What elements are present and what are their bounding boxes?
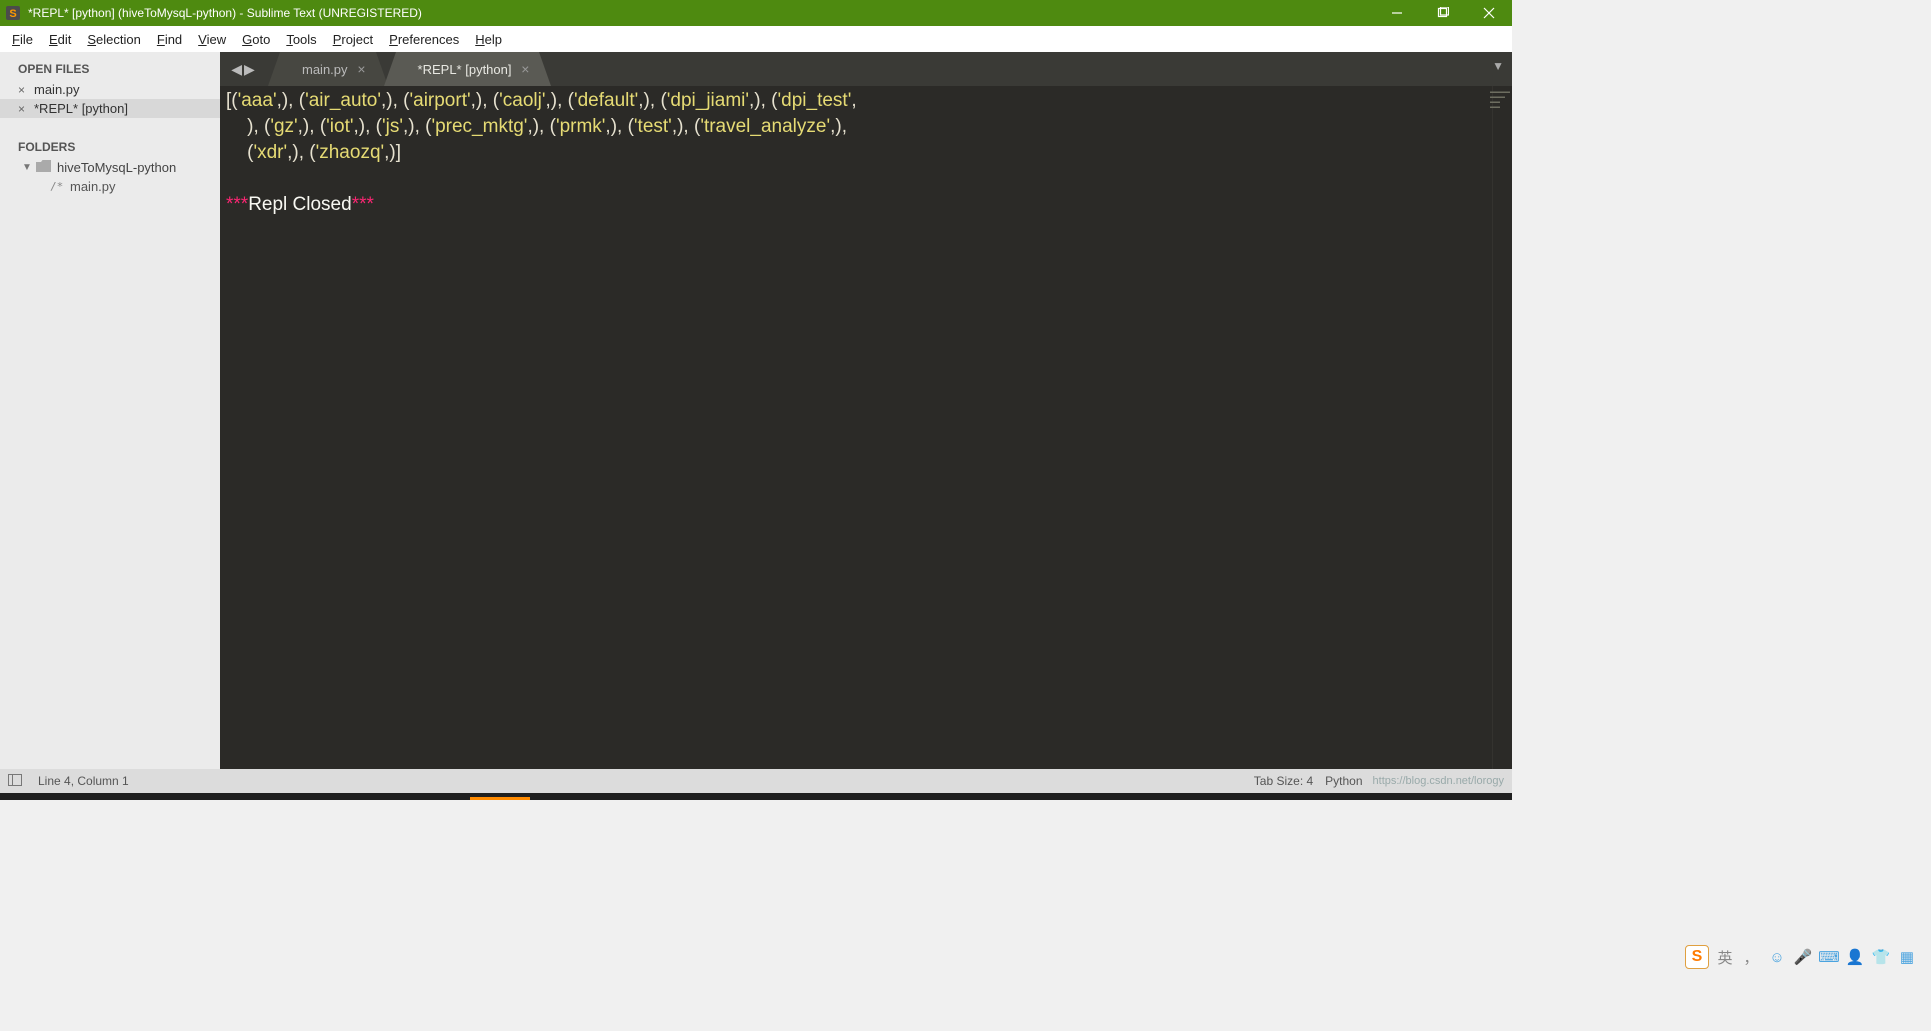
nav-prev-icon[interactable]: ◀ xyxy=(231,61,242,78)
taskbar-sliver xyxy=(0,793,1512,800)
tabbar: ◀ ▶ main.py × *REPL* [python] × ▼ xyxy=(220,52,1512,86)
menu-view[interactable]: View xyxy=(190,30,234,49)
nav-next-icon[interactable]: ▶ xyxy=(244,61,255,78)
tab-label: main.py xyxy=(302,62,348,77)
body: OPEN FILES × main.py × *REPL* [python] F… xyxy=(0,52,1512,769)
menu-help[interactable]: Help xyxy=(467,30,510,49)
status-cursor[interactable]: Line 4, Column 1 xyxy=(32,774,135,788)
close-icon[interactable]: × xyxy=(521,61,529,77)
folder-file-main[interactable]: /* main.py xyxy=(0,177,220,196)
ime-person-icon[interactable]: 👤 xyxy=(1845,947,1865,967)
menu-goto[interactable]: Goto xyxy=(234,30,278,49)
titlebar: S *REPL* [python] (hiveToMysqL-python) -… xyxy=(0,0,1512,26)
ime-smiley-icon[interactable]: ☺ xyxy=(1767,947,1787,967)
ime-skin-icon[interactable]: 👕 xyxy=(1871,947,1891,967)
status-syntax[interactable]: Python xyxy=(1319,774,1368,788)
taskbar-active-indicator xyxy=(470,797,530,800)
ime-mic-icon[interactable]: 🎤 xyxy=(1793,947,1813,967)
minimap[interactable]: ▬▬▬▬ ▬▬▬ ▬▬ ▬▬ xyxy=(1492,86,1512,769)
close-button[interactable] xyxy=(1466,0,1512,26)
app-window: S *REPL* [python] (hiveToMysqL-python) -… xyxy=(0,0,1512,800)
folder-icon xyxy=(36,160,51,175)
status-tabsize[interactable]: Tab Size: 4 xyxy=(1248,774,1319,788)
open-file-repl[interactable]: × *REPL* [python] xyxy=(0,99,220,118)
tab-main[interactable]: main.py × xyxy=(280,52,376,86)
menu-find[interactable]: Find xyxy=(149,30,190,49)
app-icon: S xyxy=(2,2,24,24)
minimize-button[interactable] xyxy=(1374,0,1420,26)
close-icon[interactable]: × xyxy=(18,83,32,97)
ime-punct-icon[interactable]: ， xyxy=(1741,947,1761,967)
tab-nav-arrows[interactable]: ◀ ▶ xyxy=(220,52,266,86)
window-title: *REPL* [python] (hiveToMysqL-python) - S… xyxy=(28,6,1374,20)
open-file-label: *REPL* [python] xyxy=(34,101,128,116)
menu-file[interactable]: File xyxy=(4,30,41,49)
sogou-ime-icon[interactable]: S xyxy=(1685,945,1709,969)
folder-root[interactable]: ▼ hiveToMysqL-python xyxy=(0,158,220,177)
ime-toolbox-icon[interactable]: ▦ xyxy=(1897,947,1917,967)
tab-label: *REPL* [python] xyxy=(418,62,512,77)
maximize-button[interactable] xyxy=(1420,0,1466,26)
ime-lang-icon[interactable]: 英 xyxy=(1715,947,1735,967)
sidebar: OPEN FILES × main.py × *REPL* [python] F… xyxy=(0,52,220,769)
editor-wrap: [('aaa',), ('air_auto',), ('airport',), … xyxy=(220,86,1512,769)
open-files-header: OPEN FILES xyxy=(0,52,220,80)
tab-repl[interactable]: *REPL* [python] × xyxy=(396,52,540,86)
watermark-text: https://blog.csdn.net/lorogy xyxy=(1373,775,1504,787)
menu-selection[interactable]: Selection xyxy=(79,30,148,49)
ime-tray: S 英 ， ☺ 🎤 ⌨ 👤 👕 ▦ xyxy=(1681,943,1921,971)
file-glyph: /* xyxy=(50,180,66,193)
disclosure-triangle-icon[interactable]: ▼ xyxy=(22,162,34,173)
statusbar: Line 4, Column 1 Tab Size: 4 Python http… xyxy=(0,769,1512,793)
menubar: File Edit Selection Find View Goto Tools… xyxy=(0,26,1512,52)
window-controls xyxy=(1374,0,1512,26)
open-file-main[interactable]: × main.py xyxy=(0,80,220,99)
editor-column: ◀ ▶ main.py × *REPL* [python] × ▼ [('aaa… xyxy=(220,52,1512,769)
menu-project[interactable]: Project xyxy=(325,30,381,49)
close-icon[interactable]: × xyxy=(357,61,365,77)
svg-text:S: S xyxy=(9,8,16,20)
file-label: main.py xyxy=(70,179,116,194)
editor-content[interactable]: [('aaa',), ('air_auto',), ('airport',), … xyxy=(220,86,1492,769)
ime-keyboard-icon[interactable]: ⌨ xyxy=(1819,947,1839,967)
folder-label: hiveToMysqL-python xyxy=(57,160,176,175)
folders-header: FOLDERS xyxy=(0,130,220,158)
tab-overflow-icon[interactable]: ▼ xyxy=(1492,59,1504,73)
minimap-marks: ▬▬▬▬ ▬▬▬ ▬▬ ▬▬ xyxy=(1490,90,1510,110)
menu-preferences[interactable]: Preferences xyxy=(381,30,467,49)
menu-edit[interactable]: Edit xyxy=(41,30,79,49)
close-icon[interactable]: × xyxy=(18,102,32,116)
open-file-label: main.py xyxy=(34,82,80,97)
panel-switcher-icon[interactable] xyxy=(8,774,22,789)
menu-tools[interactable]: Tools xyxy=(278,30,324,49)
